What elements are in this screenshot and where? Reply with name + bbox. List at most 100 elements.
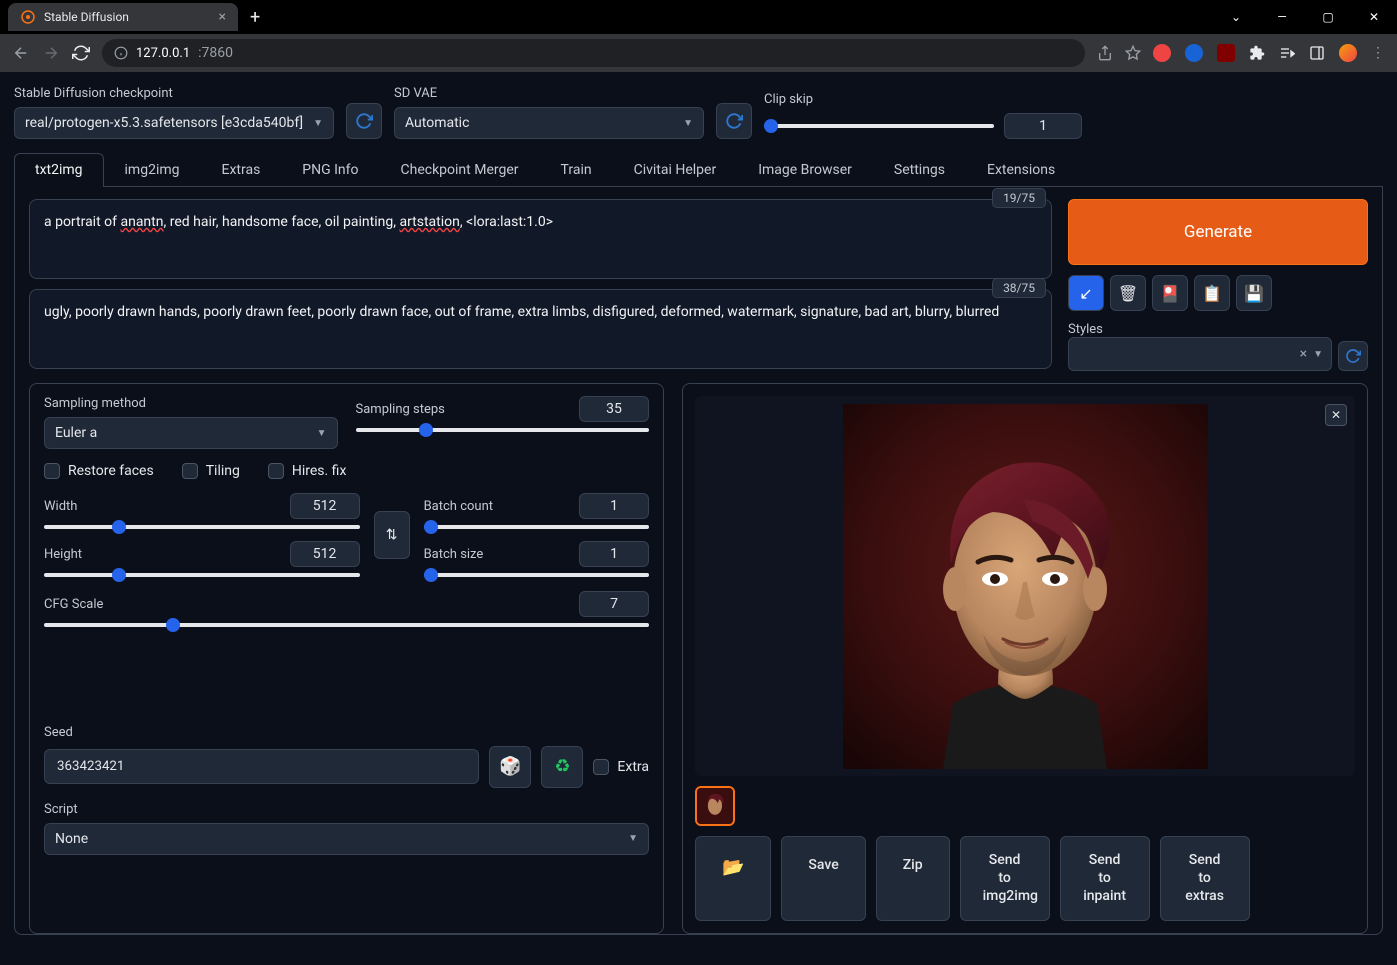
tab-favicon xyxy=(20,9,36,25)
sampling-method-label: Sampling method xyxy=(44,396,338,411)
trash-btn[interactable]: 🗑 xyxy=(1110,275,1146,311)
send-inpaint-button[interactable]: Send to inpaint xyxy=(1060,836,1150,921)
clip-value[interactable]: 1 xyxy=(1004,113,1082,139)
tab-train[interactable]: Train xyxy=(540,153,613,186)
chevron-down-icon: ▼ xyxy=(313,118,323,129)
checkpoint-select[interactable]: real/protogen-x5.3.safetensors [e3cda540… xyxy=(14,107,334,139)
random-seed-button[interactable]: 🎲 xyxy=(489,746,531,788)
cfg-label: CFG Scale xyxy=(44,597,103,612)
seed-input[interactable] xyxy=(44,749,479,784)
zip-output-button[interactable]: Zip xyxy=(876,836,950,921)
sampling-steps-slider[interactable] xyxy=(356,428,650,432)
window-chevron[interactable]: ⌄ xyxy=(1213,0,1259,34)
width-value[interactable]: 512 xyxy=(290,493,360,519)
checkpoint-refresh[interactable] xyxy=(346,103,382,139)
script-label: Script xyxy=(44,802,649,817)
share-icon[interactable] xyxy=(1097,45,1113,61)
hires-fix-checkbox[interactable] xyxy=(268,463,284,479)
restore-faces-checkbox[interactable] xyxy=(44,463,60,479)
neg-prompt-text: ugly, poorly drawn hands, poorly drawn f… xyxy=(44,304,999,320)
reuse-seed-button[interactable]: ♻ xyxy=(541,746,583,788)
save-output-button[interactable]: Save xyxy=(781,836,865,921)
output-image[interactable]: ✕ xyxy=(695,396,1355,776)
ext-ublock-icon[interactable] xyxy=(1217,44,1235,62)
tab-checkpoint-merger[interactable]: Checkpoint Merger xyxy=(380,153,540,186)
height-slider[interactable] xyxy=(44,573,360,577)
close-image-button[interactable]: ✕ xyxy=(1325,404,1347,426)
back-icon[interactable] xyxy=(12,44,30,62)
generated-portrait xyxy=(843,404,1208,769)
profile-avatar[interactable] xyxy=(1339,44,1357,62)
tab-extras[interactable]: Extras xyxy=(201,153,282,186)
chevron-down-icon: ▼ xyxy=(683,118,693,129)
ext-1password-icon[interactable] xyxy=(1185,44,1203,62)
script-select[interactable]: None ▼ xyxy=(44,823,649,855)
batch-count-label: Batch count xyxy=(424,499,493,514)
main-tabs: txt2img img2img Extras PNG Info Checkpoi… xyxy=(14,153,1383,187)
window-close[interactable]: ✕ xyxy=(1351,0,1397,34)
tab-img2img[interactable]: img2img xyxy=(104,153,201,186)
batch-size-value[interactable]: 1 xyxy=(579,541,649,567)
window-maximize[interactable]: ▢ xyxy=(1305,0,1351,34)
vae-refresh[interactable] xyxy=(716,103,752,139)
width-slider[interactable] xyxy=(44,525,360,529)
save-btn[interactable]: 💾 xyxy=(1236,275,1272,311)
arrow-btn[interactable]: ↙ xyxy=(1068,275,1104,311)
app-root: Stable Diffusion checkpoint real/protoge… xyxy=(0,72,1397,949)
open-folder-button[interactable]: 📂 xyxy=(695,836,771,921)
extra-checkbox[interactable] xyxy=(593,759,609,775)
ext-pocket-icon[interactable] xyxy=(1153,44,1171,62)
seed-label: Seed xyxy=(44,725,73,740)
neg-prompt-input[interactable]: ugly, poorly drawn hands, poorly drawn f… xyxy=(29,289,1052,369)
batch-count-slider[interactable] xyxy=(424,525,649,529)
neg-token-count: 38/75 xyxy=(992,278,1046,298)
batch-size-slider[interactable] xyxy=(424,573,649,577)
sampling-steps-value[interactable]: 35 xyxy=(579,396,649,422)
send-extras-button[interactable]: Send to extras xyxy=(1160,836,1250,921)
chevron-down-icon: ▼ xyxy=(628,833,638,844)
sampling-method-select[interactable]: Euler a ▼ xyxy=(44,417,338,449)
chevron-down-icon: ▼ xyxy=(317,428,327,439)
close-icon[interactable]: × xyxy=(219,9,226,25)
prompt-input[interactable]: a portrait of anantn, red hair, handsome… xyxy=(29,199,1052,279)
browser-tab[interactable]: Stable Diffusion × xyxy=(8,3,238,31)
output-thumbnail[interactable] xyxy=(695,786,735,826)
card-btn[interactable]: 🎴 xyxy=(1152,275,1188,311)
batch-count-value[interactable]: 1 xyxy=(579,493,649,519)
forward-icon[interactable] xyxy=(42,44,60,62)
reload-icon[interactable] xyxy=(72,44,90,62)
menu-icon[interactable]: ⋮ xyxy=(1371,45,1385,61)
extensions-icon[interactable] xyxy=(1249,45,1265,61)
swap-wh-button[interactable]: ⇅ xyxy=(374,511,410,559)
generate-button[interactable]: Generate xyxy=(1068,199,1368,265)
window-minimize[interactable]: — xyxy=(1259,0,1305,34)
styles-label: Styles xyxy=(1068,322,1103,337)
url-host: 127.0.0.1 xyxy=(136,46,190,61)
height-value[interactable]: 512 xyxy=(290,541,360,567)
checkpoint-label: Stable Diffusion checkpoint xyxy=(14,86,334,101)
tiling-checkbox[interactable] xyxy=(182,463,198,479)
tab-imagebrowser[interactable]: Image Browser xyxy=(737,153,873,186)
panel-icon[interactable] xyxy=(1309,45,1325,61)
clip-slider[interactable] xyxy=(764,124,994,128)
prompt-token-count: 19/75 xyxy=(992,188,1046,208)
url-port: :7860 xyxy=(198,45,233,61)
clipboard-btn[interactable]: 📋 xyxy=(1194,275,1230,311)
tab-txt2img[interactable]: txt2img xyxy=(14,153,104,186)
styles-refresh[interactable] xyxy=(1338,341,1368,371)
playlist-icon[interactable] xyxy=(1279,45,1295,61)
cfg-slider[interactable] xyxy=(44,623,649,627)
new-tab-button[interactable]: + xyxy=(250,7,260,28)
tab-extensions[interactable]: Extensions xyxy=(966,153,1076,186)
tab-settings[interactable]: Settings xyxy=(873,153,966,186)
clip-label: Clip skip xyxy=(764,92,1084,107)
tab-civitai[interactable]: Civitai Helper xyxy=(613,153,738,186)
address-bar[interactable]: 127.0.0.1 :7860 xyxy=(102,39,1085,67)
cfg-value[interactable]: 7 xyxy=(579,591,649,617)
tab-pnginfo[interactable]: PNG Info xyxy=(281,153,379,186)
vae-select[interactable]: Automatic ▼ xyxy=(394,107,704,139)
tab-bar: Stable Diffusion × + ⌄ — ▢ ✕ xyxy=(0,0,1397,34)
star-icon[interactable] xyxy=(1125,45,1141,61)
send-img2img-button[interactable]: Send to img2img xyxy=(960,836,1050,921)
styles-select[interactable]: ×▼ xyxy=(1068,337,1332,371)
